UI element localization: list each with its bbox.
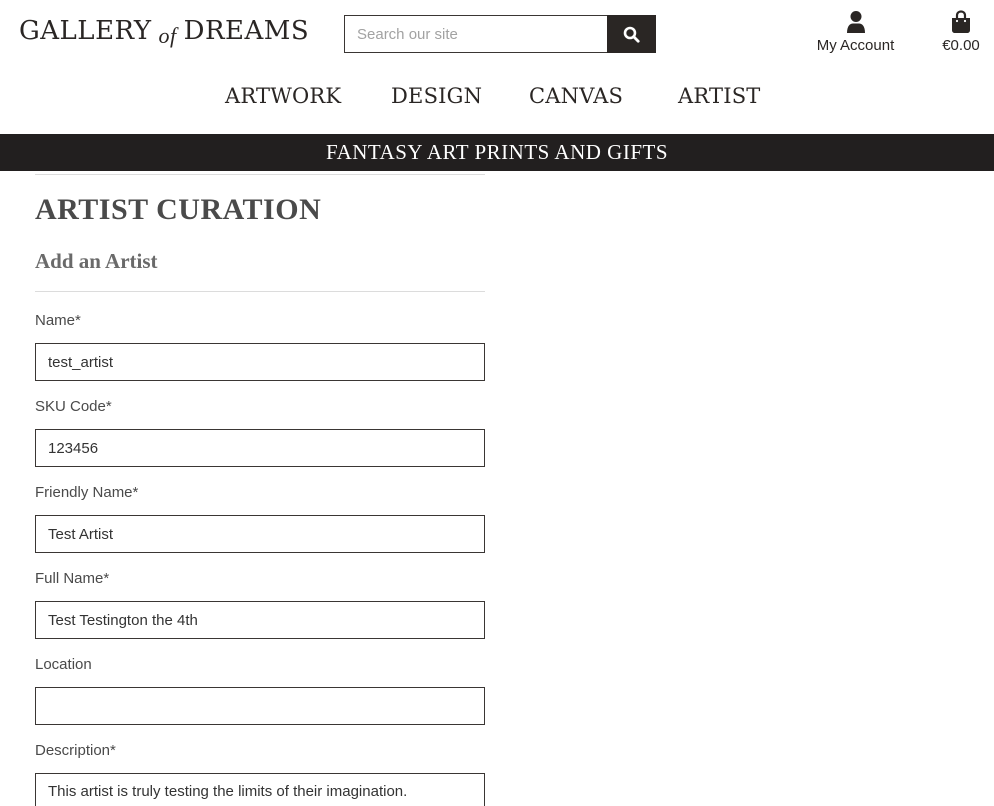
logo-word-dreams: DREAMS	[183, 16, 310, 46]
nav-item-artist[interactable]: ARTIST	[678, 84, 761, 108]
logo-word-of: of	[158, 23, 177, 48]
field-label: Description*	[35, 742, 116, 759]
nav-item-canvas[interactable]: CANVAS	[529, 84, 623, 108]
promo-banner: FANTASY ART PRINTS AND GIFTS	[0, 134, 994, 171]
field-label: Name*	[35, 312, 81, 329]
search-button[interactable]	[607, 15, 656, 53]
field-label: SKU Code*	[35, 398, 112, 415]
name-input[interactable]	[35, 343, 485, 381]
friendly-name-input[interactable]	[35, 515, 485, 553]
main-content: ARTIST CURATION Add an Artist	[35, 171, 485, 292]
my-account-link[interactable]: My Account	[808, 9, 903, 54]
bag-total: €0.00	[942, 37, 980, 54]
full-name-input[interactable]	[35, 601, 485, 639]
form-field-friendly-name: Friendly Name*	[35, 484, 485, 553]
shopping-bag-link[interactable]: €0.00	[934, 9, 988, 54]
nav-item-design[interactable]: DESIGN	[391, 84, 482, 108]
search-icon	[623, 26, 640, 43]
page-subtitle: Add an Artist	[35, 249, 158, 273]
search-input[interactable]	[344, 15, 607, 53]
my-account-label: My Account	[816, 37, 895, 54]
main-nav: ARTWORK DESIGN CANVAS ARTIST	[0, 84, 994, 118]
form-field-sku: SKU Code*	[35, 398, 485, 467]
logo-word-gallery: GALLERY	[19, 16, 152, 46]
user-icon	[846, 11, 865, 33]
divider	[35, 291, 485, 292]
search-form	[344, 15, 656, 53]
form-field-name: Name*	[35, 312, 485, 381]
shopping-bag-icon	[952, 10, 970, 33]
page-title: ARTIST CURATION	[35, 193, 322, 226]
nav-item-artwork[interactable]: ARTWORK	[225, 84, 341, 108]
location-input[interactable]	[35, 687, 485, 725]
form-field-location: Location	[35, 656, 485, 725]
sku-code-input[interactable]	[35, 429, 485, 467]
form-field-full-name: Full Name*	[35, 570, 485, 639]
field-label: Full Name*	[35, 570, 110, 587]
promo-banner-text: FANTASY ART PRINTS AND GIFTS	[325, 140, 669, 164]
field-label: Location	[35, 656, 92, 673]
description-textarea[interactable]: This artist is truly testing the limits …	[35, 773, 485, 806]
divider	[35, 174, 485, 175]
field-label: Friendly Name*	[35, 484, 139, 501]
site-logo[interactable]: GALLERY of DREAMS	[19, 16, 309, 52]
form-field-description: Description* This artist is truly testin…	[35, 742, 485, 806]
